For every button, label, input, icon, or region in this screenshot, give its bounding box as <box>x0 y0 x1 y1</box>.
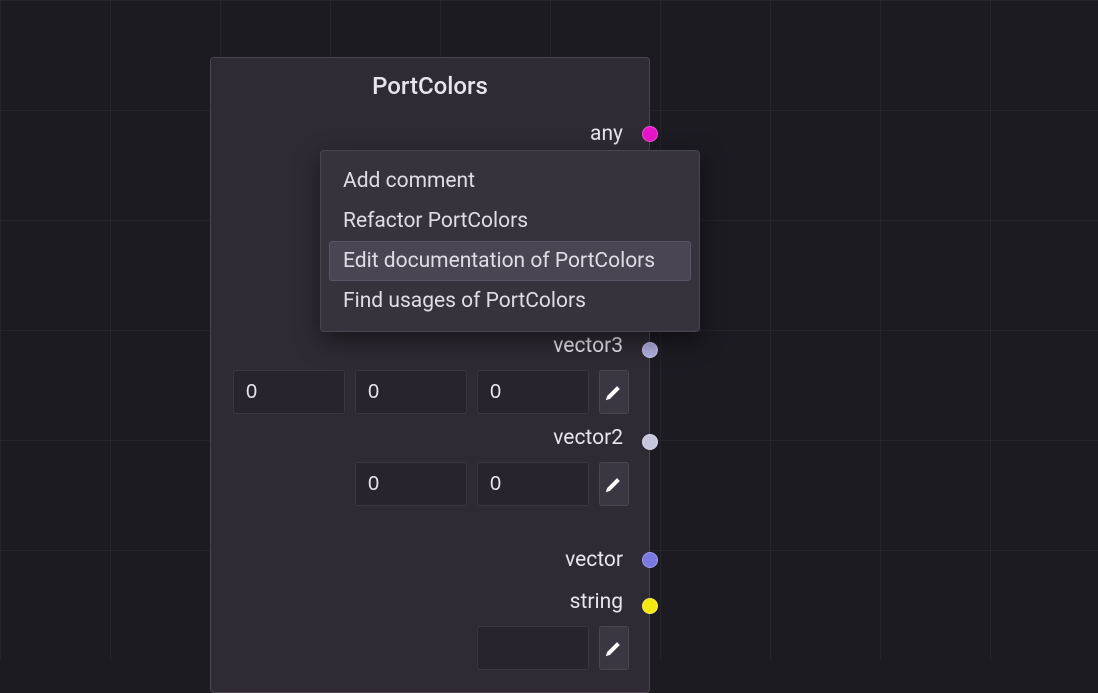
port-dot-any[interactable] <box>642 126 658 142</box>
port-label-vector: vector <box>565 548 623 572</box>
port-dot-vector3[interactable] <box>642 342 658 358</box>
node-title: PortColors <box>211 58 649 118</box>
vector3-x-input[interactable] <box>233 370 345 414</box>
inputs-string <box>211 618 649 678</box>
vector3-y-input[interactable] <box>355 370 467 414</box>
vector3-edit-button[interactable] <box>599 370 629 414</box>
port-row-vector3: vector3 <box>211 330 649 362</box>
inputs-vector2 <box>211 454 649 514</box>
menu-find-usages[interactable]: Find usages of PortColors <box>329 281 691 321</box>
port-label-vector3: vector3 <box>553 334 623 358</box>
port-dot-vector[interactable] <box>642 552 658 568</box>
vector3-z-input[interactable] <box>477 370 589 414</box>
menu-add-comment[interactable]: Add comment <box>329 161 691 201</box>
string-edit-button[interactable] <box>599 626 629 670</box>
port-row-string: string <box>211 586 649 618</box>
vector2-x-input[interactable] <box>355 462 467 506</box>
menu-refactor[interactable]: Refactor PortColors <box>329 201 691 241</box>
menu-edit-documentation[interactable]: Edit documentation of PortColors <box>329 241 691 281</box>
port-label-any: any <box>590 122 623 146</box>
vector2-y-input[interactable] <box>477 462 589 506</box>
port-dot-string[interactable] <box>642 598 658 614</box>
string-input[interactable] <box>477 626 589 670</box>
context-menu: Add comment Refactor PortColors Edit doc… <box>320 150 700 332</box>
port-row-vector2: vector2 <box>211 422 649 454</box>
inputs-vector3 <box>211 362 649 422</box>
port-row-any: any <box>211 118 649 150</box>
port-row-vector: vector <box>211 544 649 576</box>
pencil-icon <box>605 383 623 401</box>
pencil-icon <box>605 639 623 657</box>
vector2-edit-button[interactable] <box>599 462 629 506</box>
pencil-icon <box>605 475 623 493</box>
port-dot-vector2[interactable] <box>642 434 658 450</box>
port-label-string: string <box>570 590 623 614</box>
port-label-vector2: vector2 <box>553 426 623 450</box>
